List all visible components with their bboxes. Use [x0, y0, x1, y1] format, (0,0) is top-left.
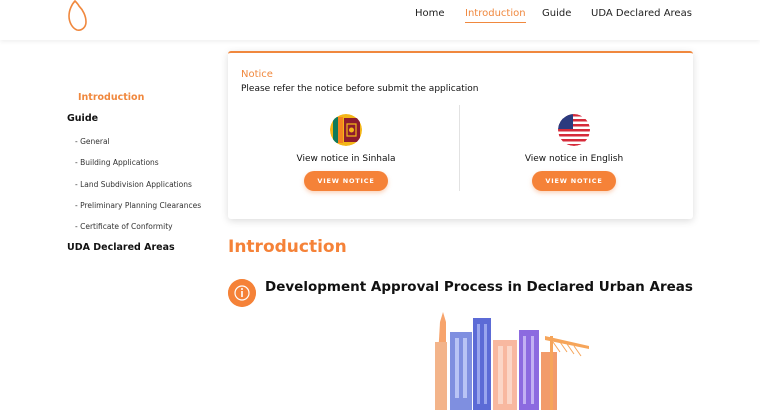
- section-title: Development Approval Process in Declared…: [265, 279, 693, 295]
- nav-introduction[interactable]: Introduction: [465, 8, 526, 23]
- english-notice-label: View notice in English: [524, 154, 624, 164]
- sidebar-subitem-building-applications[interactable]: - Building Applications: [75, 158, 159, 167]
- nav-home[interactable]: Home: [415, 8, 445, 19]
- city-buildings-illustration: [435, 312, 589, 410]
- sidebar-item-uda-declared-areas[interactable]: UDA Declared Areas: [67, 242, 175, 253]
- nav-uda-declared-areas[interactable]: UDA Declared Areas: [591, 8, 692, 19]
- view-notice-sinhala-button[interactable]: VIEW NOTICE: [304, 171, 388, 191]
- sidebar-subitem-certificate-of-conformity[interactable]: - Certificate of Conformity: [75, 222, 173, 231]
- notice-subtitle: Please refer the notice before submit th…: [241, 84, 479, 94]
- notice-card: Notice Please refer the notice before su…: [228, 51, 693, 219]
- view-notice-english-button[interactable]: VIEW NOTICE: [532, 171, 616, 191]
- info-icon: [228, 279, 256, 307]
- column-divider: [459, 105, 460, 191]
- sri-lanka-logo-icon[interactable]: [64, 0, 92, 32]
- sidebar-subitem-preliminary-planning[interactable]: - Preliminary Planning Clearances: [75, 201, 201, 210]
- sidebar-item-guide[interactable]: Guide: [67, 113, 98, 124]
- top-header: Home Introduction Guide UDA Declared Are…: [0, 0, 760, 40]
- sinhala-notice-label: View notice in Sinhala: [296, 154, 396, 164]
- usa-flag-icon: [558, 114, 590, 146]
- sidebar-item-introduction[interactable]: Introduction: [78, 92, 144, 103]
- nav-guide[interactable]: Guide: [542, 8, 571, 19]
- sidebar-subitem-general[interactable]: - General: [75, 137, 110, 146]
- sidebar-subitem-land-subdivision[interactable]: - Land Subdivision Applications: [75, 180, 192, 189]
- sri-lanka-flag-icon: [330, 114, 362, 146]
- notice-title: Notice: [241, 69, 273, 80]
- introduction-heading: Introduction: [228, 237, 347, 257]
